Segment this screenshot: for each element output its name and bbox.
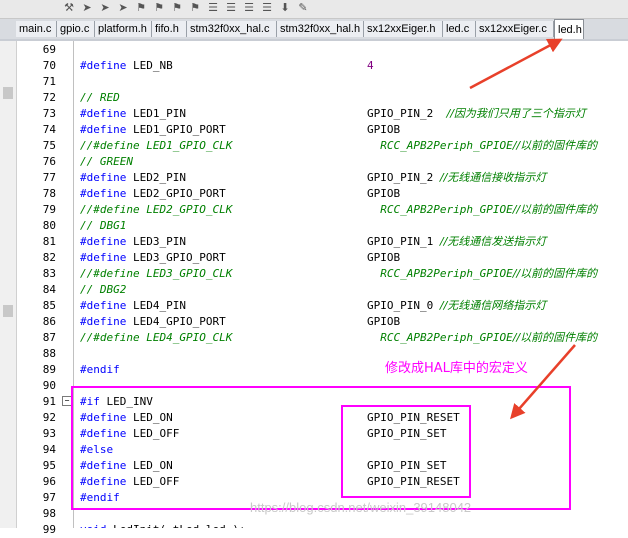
code-line[interactable]: #define LED2_GPIO_PORT — [80, 186, 226, 202]
line-number: 97 — [42, 491, 56, 504]
code-line[interactable]: // RED — [80, 90, 120, 106]
code-line-value[interactable]: GPIOB — [367, 122, 400, 138]
line-number: 72 — [42, 91, 56, 104]
bookmark-icon[interactable]: ⚑ — [188, 1, 202, 15]
code-line[interactable]: #define LED3_GPIO_PORT — [80, 250, 226, 266]
line-number: 99 — [42, 523, 56, 536]
line-number: 90 — [42, 379, 56, 392]
line-number: 70 — [42, 59, 56, 72]
file-tab-bar: main.c gpio.c platform.h fifo.h stm32f0xx_ha… — [0, 19, 628, 41]
tab-platform-h[interactable]: platform.h — [95, 21, 152, 37]
tab-led-h[interactable]: led.h — [554, 19, 584, 39]
code-line[interactable]: // GREEN — [80, 154, 133, 170]
gutter-marker — [3, 87, 13, 99]
tab-stm32f0xx-hal-c[interactable]: stm32f0xx_hal.c — [187, 21, 277, 37]
tab-sx12xxeiger-c[interactable]: sx12xxEiger.c — [476, 21, 554, 37]
download-icon[interactable]: ⬇ — [278, 1, 292, 15]
code-line-value[interactable]: GPIOB — [367, 314, 400, 330]
line-number: 74 — [42, 123, 56, 136]
bookmark-icon[interactable]: ⚑ — [152, 1, 166, 15]
line-number: 69 — [42, 43, 56, 56]
code-line[interactable]: // DBG1 — [80, 218, 126, 234]
tab-led-c[interactable]: led.c — [443, 21, 476, 37]
line-number: 71 — [42, 75, 56, 88]
line-number: 88 — [42, 347, 56, 360]
tool-icon[interactable]: ⚒ — [62, 1, 76, 15]
list-icon[interactable]: ☰ — [206, 1, 220, 15]
gutter-marker — [3, 305, 13, 317]
code-line[interactable]: #define LED1_PIN — [80, 106, 186, 122]
code-line-value[interactable]: RCC_APB2Periph_GPIOE//以前的固件库的 — [367, 330, 597, 346]
line-number: 98 — [42, 507, 56, 520]
code-line-value[interactable]: GPIOB — [367, 186, 400, 202]
line-number: 85 — [42, 299, 56, 312]
code-line[interactable]: //#define LED4_GPIO_CLK — [80, 330, 232, 346]
line-number: 81 — [42, 235, 56, 248]
highlight-box-ifdef-block — [71, 386, 571, 510]
code-line[interactable]: //#define LED2_GPIO_CLK — [80, 202, 232, 218]
tab-fifo-h[interactable]: fifo.h — [152, 21, 187, 37]
code-line-value[interactable]: RCC_APB2Periph_GPIOE//以前的固件库的 — [367, 266, 597, 282]
code-line[interactable]: void LedInit( tLed led ); — [80, 522, 246, 528]
edit-icon[interactable]: ✎ — [296, 1, 310, 15]
line-number: 87 — [42, 331, 56, 344]
code-line[interactable]: #define LED_NB — [80, 58, 173, 74]
arrow-icon[interactable]: ➤ — [98, 1, 112, 15]
watermark: https://blog.csdn.net/weixin_39148042 — [250, 500, 472, 515]
arrow-icon[interactable]: ➤ — [116, 1, 130, 15]
code-line-value[interactable]: RCC_APB2Periph_GPIOE//以前的固件库的 — [367, 202, 597, 218]
line-number: 77 — [42, 171, 56, 184]
arrow-icon[interactable]: ➤ — [80, 1, 94, 15]
line-number: 94 — [42, 443, 56, 456]
tab-gpio-c[interactable]: gpio.c — [57, 21, 95, 37]
code-line[interactable]: #define LED3_PIN — [80, 234, 186, 250]
code-line[interactable]: #define LED4_GPIO_PORT — [80, 314, 226, 330]
code-line[interactable]: //#define LED3_GPIO_CLK — [80, 266, 232, 282]
line-number: 75 — [42, 139, 56, 152]
line-numbers: 69 70 71 72 73 74 75 76 77 78 79 80 81 82 83 84 85 86 87 88… — [17, 41, 74, 536]
code-line[interactable]: #define LED1_GPIO_PORT — [80, 122, 226, 138]
highlight-box-hal-values — [341, 405, 471, 498]
line-number: 79 — [42, 203, 56, 216]
code-line[interactable]: #define LED4_PIN — [80, 298, 186, 314]
code-line-value[interactable]: GPIO_PIN_2 //因为我们只用了三个指示灯 — [367, 106, 586, 122]
tab-main-c[interactable]: main.c — [16, 21, 57, 37]
bookmark-icon[interactable]: ⚑ — [134, 1, 148, 15]
line-number: 89 — [42, 363, 56, 376]
line-number: 84 — [42, 283, 56, 296]
code-line[interactable]: #define LED2_PIN — [80, 170, 186, 186]
line-number: 93 — [42, 427, 56, 440]
line-number: 96 — [42, 475, 56, 488]
line-number: 83 — [42, 267, 56, 280]
code-line-value[interactable]: GPIO_PIN_2 //无线通信接收指示灯 — [367, 170, 546, 186]
tab-sx12xxeiger-h[interactable]: sx12xxEiger.h — [364, 21, 443, 37]
code-line[interactable]: // DBG2 — [80, 282, 126, 298]
annotation-text: 修改成HAL库中的宏定义 — [385, 361, 528, 376]
line-number: 86 — [42, 315, 56, 328]
toolbar: ⚒ ➤ ➤ ➤ ⚑ ⚑ ⚑ ⚑ ☰ ☰ ☰ ☰ ⬇ ✎ — [0, 0, 628, 19]
code-line-value[interactable]: GPIOB — [367, 250, 400, 266]
code-line[interactable]: #endif — [80, 362, 120, 378]
code-line[interactable]: //#define LED1_GPIO_CLK — [80, 138, 232, 154]
line-number: 76 — [42, 155, 56, 168]
list-icon[interactable]: ☰ — [224, 1, 238, 15]
code-line-value[interactable]: GPIO_PIN_1 //无线通信发送指示灯 — [367, 234, 546, 250]
line-number: 80 — [42, 219, 56, 232]
tab-stm32f0xx-hal-h[interactable]: stm32f0xx_hal.h — [277, 21, 364, 37]
bookmark-icon[interactable]: ⚑ — [170, 1, 184, 15]
line-number: 78 — [42, 187, 56, 200]
list-icon[interactable]: ☰ — [260, 1, 274, 15]
code-line-value[interactable]: GPIO_PIN_0 //无线通信网络指示灯 — [367, 298, 546, 314]
line-number: 95 — [42, 459, 56, 472]
list-icon[interactable]: ☰ — [242, 1, 256, 15]
line-number: 92 — [42, 411, 56, 424]
line-number: 91 — [42, 395, 56, 408]
line-number: 73 — [42, 107, 56, 120]
code-line-value[interactable]: 4 — [367, 58, 374, 74]
editor-gutter — [0, 41, 17, 528]
line-number: 82 — [42, 251, 56, 264]
code-line-value[interactable]: RCC_APB2Periph_GPIOE//以前的固件库的 — [367, 138, 597, 154]
